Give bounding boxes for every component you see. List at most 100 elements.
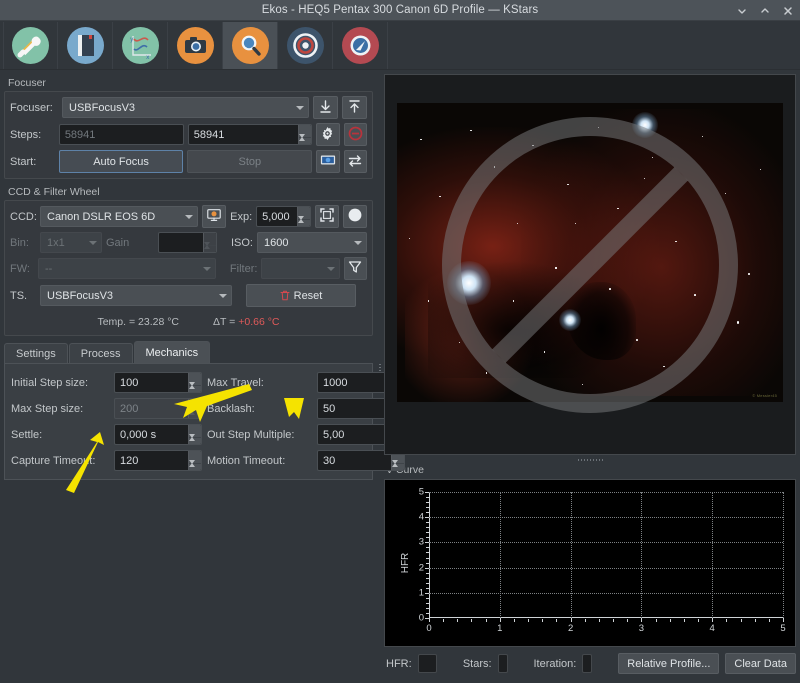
chart-x-minor-tick	[683, 619, 685, 622]
chart-plot-area: 0 1 2 3 4 5 0 1 2 3 4 5	[419, 487, 786, 635]
mechanics-panel: Initial Step size: 100 Max Travel: 1000 …	[4, 364, 405, 480]
initial-step-size-spinbox[interactable]: 100	[114, 372, 202, 393]
spin-buttons[interactable]	[188, 373, 201, 392]
toolbar-item-capture[interactable]	[168, 21, 223, 69]
maximize-button[interactable]	[759, 5, 771, 17]
chart-gridline-h	[429, 517, 783, 519]
toolbar-item-align[interactable]	[278, 21, 333, 69]
image-preview[interactable]: © Messier45	[384, 74, 796, 455]
chart-x-minor-tick	[669, 619, 671, 622]
tab-process[interactable]: Process	[68, 343, 133, 363]
chart-y-tick: 4	[418, 511, 424, 523]
chart-x-minor-tick	[698, 619, 700, 622]
filter-settings-button[interactable]	[343, 257, 367, 280]
settle-spinbox[interactable]: 0,000 s	[114, 424, 202, 445]
ccd-settings-button[interactable]	[202, 205, 227, 228]
focuser-stop-button[interactable]	[343, 123, 367, 146]
wrench-screwdriver-icon	[12, 26, 49, 64]
chart-x-minor-tick	[627, 619, 629, 622]
vcurve-chart[interactable]: HFR 0 1 2 3 4 5 0 1 2 3 4 5	[384, 479, 796, 647]
bin-value: 1x1	[47, 236, 65, 249]
initial-step-size-label: Initial Step size:	[11, 376, 89, 389]
ts-label: TS.	[10, 289, 28, 302]
chart-gridline-h	[429, 492, 783, 493]
steps-position-field: 58941	[58, 124, 184, 145]
clear-data-button[interactable]: Clear Data	[725, 653, 796, 674]
no-entry-sign-icon	[442, 116, 738, 413]
steps-target-spinbox[interactable]: 58941	[187, 124, 313, 145]
gain-label: Gain	[106, 236, 130, 249]
chart-x-minor-tick	[556, 619, 558, 622]
fw-value: --	[44, 262, 53, 275]
toolbar-item-focus[interactable]	[223, 21, 278, 69]
relative-profile-button[interactable]: Relative Profile...	[618, 653, 720, 674]
chart-x-minor-tick	[443, 619, 445, 622]
spin-buttons[interactable]	[298, 125, 312, 144]
spin-buttons[interactable]	[188, 451, 201, 470]
svg-text:y: y	[130, 36, 134, 43]
loop-button[interactable]	[343, 150, 368, 173]
vcurve-label: V-Curve	[386, 464, 424, 476]
fw-combo: --	[37, 258, 216, 279]
chart-y-minor-tick	[426, 552, 429, 554]
ts-value: USBFocusV3	[47, 289, 114, 302]
toolbar-item-guide[interactable]	[333, 21, 388, 69]
chart-y-minor-tick	[426, 582, 429, 584]
chart-y-minor-tick	[426, 618, 429, 619]
chart-y-minor-tick	[426, 562, 429, 564]
chart-y-minor-tick	[426, 507, 429, 509]
select-frame-button[interactable]	[315, 205, 340, 228]
max-step-size-spinbox: 200	[114, 398, 202, 419]
ccd-combo[interactable]: Canon DSLR EOS 6D	[40, 206, 199, 227]
chart-x-minor-tick	[740, 619, 742, 622]
tab-mechanics[interactable]: Mechanics	[133, 341, 211, 363]
focus-out-button[interactable]	[342, 96, 367, 119]
star	[736, 321, 740, 324]
spin-buttons	[188, 399, 201, 418]
close-button[interactable]	[782, 5, 794, 17]
vcurve-controls: HFR: Stars: Iteration: Relative Profile.…	[386, 653, 796, 674]
capture-timeout-spinbox[interactable]: 120	[114, 450, 202, 471]
chart-gridline-v	[499, 492, 501, 618]
exposure-spinbox[interactable]: 5,000	[256, 206, 312, 227]
reset-button[interactable]: Reset	[246, 284, 356, 307]
focuser-settings-button[interactable]	[316, 123, 340, 146]
tab-mechanics-label: Mechanics	[145, 346, 199, 359]
filter-label: Filter:	[229, 262, 258, 275]
dark-frame-button[interactable]	[343, 205, 367, 228]
preview-chart-splitter[interactable]	[382, 455, 800, 464]
ts-row: TS. USBFocusV3 Reset	[10, 284, 367, 307]
ccd-group-title: CCD & Filter Wheel	[8, 186, 100, 198]
chart-y-minor-tick	[426, 532, 429, 534]
chart-x-minor-tick	[528, 619, 530, 622]
focus-tabs: Settings Process Mechanics Initial Step …	[4, 341, 405, 480]
toolbar-item-scheduler[interactable]	[58, 21, 113, 69]
loop-arrows-icon	[347, 153, 363, 171]
clear-data-label: Clear Data	[734, 657, 787, 670]
focuser-group: Focuser Focuser: USBFocusV3 Steps: 58941…	[4, 74, 373, 179]
spin-buttons[interactable]	[297, 207, 311, 226]
splitter-handle	[578, 458, 604, 461]
focus-in-button[interactable]	[313, 96, 338, 119]
mechanics-grid: Initial Step size: 100 Max Travel: 1000 …	[11, 372, 405, 471]
minimize-button[interactable]	[736, 5, 748, 17]
chevron-down-icon	[219, 293, 227, 298]
capture-frame-button[interactable]	[316, 150, 340, 173]
select-frame-icon	[319, 207, 335, 226]
auto-focus-button[interactable]: Auto Focus	[58, 150, 184, 173]
iso-combo[interactable]: 1600	[257, 232, 367, 253]
chart-x-minor-tick	[712, 619, 714, 622]
toolbar-item-analyze[interactable]: x y	[113, 21, 168, 69]
spin-buttons[interactable]	[188, 425, 201, 444]
no-entry-bar	[492, 166, 688, 363]
iso-value: 1600	[264, 236, 289, 249]
ts-combo[interactable]: USBFocusV3	[40, 285, 232, 306]
steps-label: Steps:	[10, 128, 42, 141]
toolbar-item-setup[interactable]	[3, 21, 58, 69]
chart-y-minor-tick	[426, 547, 429, 549]
focuser-device-combo[interactable]: USBFocusV3	[62, 97, 309, 118]
tab-settings[interactable]: Settings	[4, 343, 68, 363]
delta-prefix: ΔT =	[213, 316, 239, 328]
spin-buttons	[202, 233, 216, 252]
focuser-steps-row: Steps: 58941 58941	[10, 123, 367, 146]
